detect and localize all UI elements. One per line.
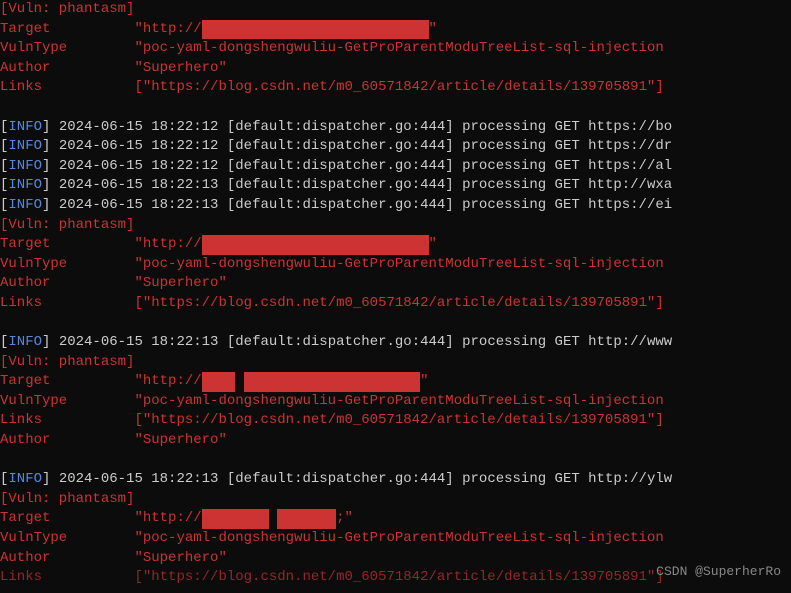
info-line: [INFO] 2024-06-15 18:22:13 [default:disp… <box>0 196 791 216</box>
vuln-header: [Vuln: phantasm] <box>0 0 791 20</box>
author-line: Author "Superhero" <box>0 431 791 451</box>
info-line: [INFO] 2024-06-15 18:22:12 [default:disp… <box>0 118 791 138</box>
info-line: [INFO] 2024-06-15 18:22:13 [default:disp… <box>0 176 791 196</box>
info-line: [INFO] 2024-06-15 18:22:13 [default:disp… <box>0 333 791 353</box>
vuln-header: [Vuln: phantasm] <box>0 216 791 236</box>
info-line: [INFO] 2024-06-15 18:22:12 [default:disp… <box>0 137 791 157</box>
target-line: Target "http://xxxx xxxxxxxxxxxxxxxxxxxx… <box>0 372 791 392</box>
links-line: Links ["https://blog.csdn.net/m0_6057184… <box>0 294 791 314</box>
vulntype-line: VulnType "poc-yaml-dongshengwuliu-GetPro… <box>0 529 791 549</box>
vulntype-line: VulnType "poc-yaml-dongshengwuliu-GetPro… <box>0 39 791 59</box>
info-line: [INFO] 2024-06-15 18:22:12 [default:disp… <box>0 157 791 177</box>
terminal-output: [Vuln: phantasm] Target "http://xxxxxxxx… <box>0 0 791 588</box>
vulntype-line: VulnType "poc-yaml-dongshengwuliu-GetPro… <box>0 255 791 275</box>
links-line: Links ["https://blog.csdn.net/m0_6057184… <box>0 78 791 98</box>
watermark: CSDN @SuperherRo <box>656 563 781 581</box>
author-line: Author "Superhero" <box>0 274 791 294</box>
target-line: Target "http://xxxxxxxx xxxxxxx;" <box>0 509 791 529</box>
author-line: Author "Superhero" <box>0 59 791 79</box>
info-line: [INFO] 2024-06-15 18:22:13 [default:disp… <box>0 470 791 490</box>
vulntype-line: VulnType "poc-yaml-dongshengwuliu-GetPro… <box>0 392 791 412</box>
vuln-header: [Vuln: phantasm] <box>0 353 791 373</box>
vuln-header: [Vuln: phantasm] <box>0 490 791 510</box>
target-line: Target "http://xxxxxxxxxxxxxxxxxxxxxxxxx… <box>0 235 791 255</box>
target-line: Target "http://xxxxxxxxxxxxxxxxxxxxxxxxx… <box>0 20 791 40</box>
links-line: Links ["https://blog.csdn.net/m0_6057184… <box>0 411 791 431</box>
